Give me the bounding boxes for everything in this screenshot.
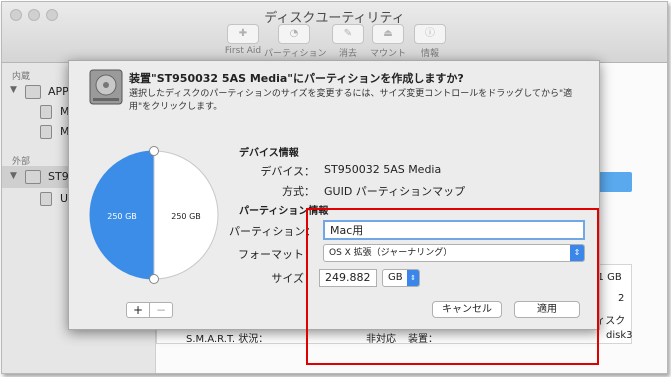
first-aid-label: First Aid: [224, 46, 262, 56]
internal-disk-icon: [25, 85, 41, 99]
pie-slice-right-label: 250 GB: [171, 212, 201, 221]
sidebar-internal-header: 内蔵: [12, 72, 31, 82]
highlight-annotation-box: [306, 208, 599, 365]
sidebar-item-external-volume[interactable]: U: [60, 192, 68, 205]
sidebar-item-internal-disk[interactable]: APP: [48, 85, 69, 98]
device-label: デバイス：: [260, 165, 315, 178]
partition-button[interactable]: ◔ パーティション: [264, 24, 327, 59]
volume-icon: [40, 105, 52, 119]
volume-icon: [40, 125, 52, 139]
dialog-description: 選択したディスクのパーティションのサイズを変更するには、サイズ変更コントロールを…: [129, 89, 573, 112]
info-button[interactable]: ⓘ 情報: [412, 24, 448, 59]
format-label: フォーマット：: [238, 248, 315, 261]
disclosure-triangle-icon[interactable]: ▼: [10, 85, 17, 95]
pie-icon: ◔: [278, 24, 310, 44]
pie-resize-handle-top[interactable]: [149, 146, 159, 156]
usage-bar: [596, 172, 632, 192]
volume-icon: [40, 192, 52, 206]
remove-partition-button[interactable]: −: [149, 302, 173, 318]
stethoscope-icon: ✚: [227, 24, 259, 44]
mount-icon: ⏏: [372, 24, 404, 44]
mount-label: マウント: [369, 49, 406, 59]
device-info-header: デバイス情報: [239, 148, 299, 159]
pie-resize-handle-bottom[interactable]: [149, 274, 159, 284]
device-value: ST950032 5AS Media: [324, 163, 442, 176]
info-partitions-value: 2: [618, 293, 625, 304]
info-smart-label: S.M.A.R.T. 状況：: [186, 334, 269, 345]
scheme-value: GUID パーティションマップ: [324, 185, 466, 198]
hard-disk-icon: [89, 69, 123, 105]
partition-label: パーティション: [264, 49, 327, 59]
size-label: サイズ：: [271, 272, 315, 285]
pie-slice-left-label: 250 GB: [107, 212, 137, 221]
erase-icon: ✎: [332, 24, 364, 44]
sidebar-item-external-disk[interactable]: ST9: [48, 170, 69, 183]
partition-pie-chart[interactable]: 250 GB 250 GB: [85, 145, 221, 285]
add-partition-button[interactable]: +: [126, 302, 150, 318]
info-device-value: disk3: [606, 330, 633, 341]
erase-button[interactable]: ✎ 消去: [330, 24, 366, 59]
mount-button[interactable]: ⏏ マウント: [368, 24, 408, 59]
external-disk-icon: [25, 170, 41, 184]
info-label: 情報: [420, 49, 439, 59]
dialog-title: 装置"ST950032 5AS Media"にパーティションを作成しますか?: [129, 72, 464, 85]
info-icon: ⓘ: [414, 24, 446, 44]
title-bar: ディスクユーティリティ ✚ First Aid ◔ パーティション ✎ 消去 ⏏…: [2, 2, 667, 63]
disclosure-triangle-icon[interactable]: ▼: [10, 171, 17, 181]
erase-label: 消去: [338, 49, 357, 59]
partition-name-label: パーティション：: [229, 225, 317, 238]
first-aid-button[interactable]: ✚ First Aid: [221, 24, 265, 56]
scheme-label: 方式：: [282, 185, 315, 198]
